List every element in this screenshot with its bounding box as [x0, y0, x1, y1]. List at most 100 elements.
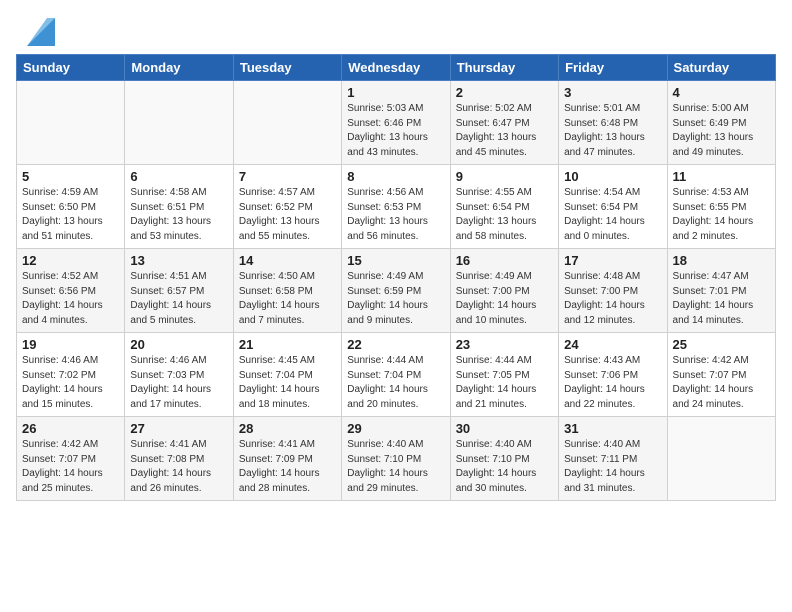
day-number: 25: [673, 337, 770, 352]
calendar-cell: 11 Sunrise: 4:53 AM Sunset: 6:55 PM Dayli…: [667, 165, 775, 249]
day-number: 24: [564, 337, 661, 352]
calendar-cell: 26Sunrise: 4:42 AM Sunset: 7:07 PM Dayli…: [17, 417, 125, 501]
day-number: 8: [347, 169, 444, 184]
day-number: 15: [347, 253, 444, 268]
day-number: 16: [456, 253, 553, 268]
calendar-cell: [125, 81, 233, 165]
logo: [24, 18, 55, 46]
day-info: Sunrise: 4:52 AM Sunset: 6:56 PM Dayligh…: [22, 270, 119, 328]
calendar-cell: 17Sunrise: 4:48 AM Sunset: 7:00 PM Dayli…: [559, 249, 667, 333]
calendar-cell: 1 Sunrise: 5:03 AM Sunset: 6:46 PM Daylig…: [342, 81, 450, 165]
calendar-cell: 2Sunrise: 5:02 AM Sunset: 6:47 PM Daylig…: [450, 81, 558, 165]
day-number: 3: [564, 85, 661, 100]
day-info: Sunrise: 4:46 AM Sunset: 7:03 PM Dayligh…: [130, 354, 227, 412]
day-number: 9: [456, 169, 553, 184]
calendar-cell: 25 Sunrise: 4:42 AM Sunset: 7:07 PM Dayli…: [667, 333, 775, 417]
calendar-cell: 30 Sunrise: 4:40 AM Sunset: 7:10 PM Dayli…: [450, 417, 558, 501]
day-number: 18: [673, 253, 770, 268]
day-number: 17: [564, 253, 661, 268]
header-day-wednesday: Wednesday: [342, 55, 450, 81]
calendar-cell: 6Sunrise: 4:58 AM Sunset: 6:51 PM Daylig…: [125, 165, 233, 249]
day-info: Sunrise: 4:50 AM Sunset: 6:58 PM Dayligh…: [239, 270, 336, 328]
calendar-cell: 28 Sunrise: 4:41 AM Sunset: 7:09 PM Dayli…: [233, 417, 341, 501]
calendar-cell: 9Sunrise: 4:55 AM Sunset: 6:54 PM Daylig…: [450, 165, 558, 249]
day-info: Sunrise: 4:45 AM Sunset: 7:04 PM Dayligh…: [239, 354, 336, 412]
day-info: Sunrise: 4:57 AM Sunset: 6:52 PM Dayligh…: [239, 186, 336, 244]
header-day-tuesday: Tuesday: [233, 55, 341, 81]
calendar-cell: 15 Sunrise: 4:49 AM Sunset: 6:59 PM Dayli…: [342, 249, 450, 333]
day-number: 6: [130, 169, 227, 184]
calendar-week-2: 5 Sunrise: 4:59 AM Sunset: 6:50 PM Daylig…: [17, 165, 776, 249]
day-info: Sunrise: 4:51 AM Sunset: 6:57 PM Dayligh…: [130, 270, 227, 328]
header-day-thursday: Thursday: [450, 55, 558, 81]
day-number: 14: [239, 253, 336, 268]
day-number: 5: [22, 169, 119, 184]
header-day-monday: Monday: [125, 55, 233, 81]
day-info: Sunrise: 4:44 AM Sunset: 7:04 PM Dayligh…: [347, 354, 444, 412]
day-info: Sunrise: 4:40 AM Sunset: 7:10 PM Dayligh…: [456, 438, 553, 496]
calendar-cell: 13 Sunrise: 4:51 AM Sunset: 6:57 PM Dayli…: [125, 249, 233, 333]
calendar-table: SundayMondayTuesdayWednesdayThursdayFrid…: [16, 54, 776, 501]
logo-icon: [27, 18, 55, 46]
calendar-week-3: 12 Sunrise: 4:52 AM Sunset: 6:56 PM Dayli…: [17, 249, 776, 333]
day-number: 10: [564, 169, 661, 184]
calendar-cell: 23Sunrise: 4:44 AM Sunset: 7:05 PM Dayli…: [450, 333, 558, 417]
calendar-cell: 24 Sunrise: 4:43 AM Sunset: 7:06 PM Dayli…: [559, 333, 667, 417]
day-info: Sunrise: 4:53 AM Sunset: 6:55 PM Dayligh…: [673, 186, 770, 244]
day-number: 28: [239, 421, 336, 436]
day-number: 1: [347, 85, 444, 100]
calendar-header: SundayMondayTuesdayWednesdayThursdayFrid…: [17, 55, 776, 81]
day-number: 30: [456, 421, 553, 436]
day-info: Sunrise: 5:01 AM Sunset: 6:48 PM Dayligh…: [564, 102, 661, 160]
calendar-cell: 27 Sunrise: 4:41 AM Sunset: 7:08 PM Dayli…: [125, 417, 233, 501]
day-number: 19: [22, 337, 119, 352]
calendar-week-1: 1 Sunrise: 5:03 AM Sunset: 6:46 PM Daylig…: [17, 81, 776, 165]
day-info: Sunrise: 4:43 AM Sunset: 7:06 PM Dayligh…: [564, 354, 661, 412]
page-header: [0, 0, 792, 54]
day-number: 20: [130, 337, 227, 352]
calendar-cell: 5 Sunrise: 4:59 AM Sunset: 6:50 PM Daylig…: [17, 165, 125, 249]
day-number: 22: [347, 337, 444, 352]
day-info: Sunrise: 4:44 AM Sunset: 7:05 PM Dayligh…: [456, 354, 553, 412]
calendar-cell: 22 Sunrise: 4:44 AM Sunset: 7:04 PM Dayli…: [342, 333, 450, 417]
calendar-cell: 12 Sunrise: 4:52 AM Sunset: 6:56 PM Dayli…: [17, 249, 125, 333]
day-info: Sunrise: 4:41 AM Sunset: 7:09 PM Dayligh…: [239, 438, 336, 496]
calendar-cell: 14 Sunrise: 4:50 AM Sunset: 6:58 PM Dayli…: [233, 249, 341, 333]
header-day-saturday: Saturday: [667, 55, 775, 81]
day-info: Sunrise: 4:49 AM Sunset: 6:59 PM Dayligh…: [347, 270, 444, 328]
calendar-cell: 21Sunrise: 4:45 AM Sunset: 7:04 PM Dayli…: [233, 333, 341, 417]
header-day-sunday: Sunday: [17, 55, 125, 81]
day-info: Sunrise: 4:46 AM Sunset: 7:02 PM Dayligh…: [22, 354, 119, 412]
day-number: 13: [130, 253, 227, 268]
header-row: SundayMondayTuesdayWednesdayThursdayFrid…: [17, 55, 776, 81]
calendar-cell: 10 Sunrise: 4:54 AM Sunset: 6:54 PM Dayli…: [559, 165, 667, 249]
calendar-cell: [233, 81, 341, 165]
day-number: 2: [456, 85, 553, 100]
calendar-cell: 19 Sunrise: 4:46 AM Sunset: 7:02 PM Dayli…: [17, 333, 125, 417]
day-number: 11: [673, 169, 770, 184]
day-info: Sunrise: 4:42 AM Sunset: 7:07 PM Dayligh…: [673, 354, 770, 412]
day-info: Sunrise: 4:56 AM Sunset: 6:53 PM Dayligh…: [347, 186, 444, 244]
calendar-cell: 18 Sunrise: 4:47 AM Sunset: 7:01 PM Dayli…: [667, 249, 775, 333]
day-number: 12: [22, 253, 119, 268]
day-number: 26: [22, 421, 119, 436]
day-number: 29: [347, 421, 444, 436]
day-number: 7: [239, 169, 336, 184]
calendar-cell: 16 Sunrise: 4:49 AM Sunset: 7:00 PM Dayli…: [450, 249, 558, 333]
day-info: Sunrise: 4:40 AM Sunset: 7:11 PM Dayligh…: [564, 438, 661, 496]
day-info: Sunrise: 5:00 AM Sunset: 6:49 PM Dayligh…: [673, 102, 770, 160]
day-info: Sunrise: 4:54 AM Sunset: 6:54 PM Dayligh…: [564, 186, 661, 244]
day-info: Sunrise: 4:41 AM Sunset: 7:08 PM Dayligh…: [130, 438, 227, 496]
calendar-week-5: 26Sunrise: 4:42 AM Sunset: 7:07 PM Dayli…: [17, 417, 776, 501]
calendar-body: 1 Sunrise: 5:03 AM Sunset: 6:46 PM Daylig…: [17, 81, 776, 501]
day-info: Sunrise: 5:03 AM Sunset: 6:46 PM Dayligh…: [347, 102, 444, 160]
day-info: Sunrise: 4:47 AM Sunset: 7:01 PM Dayligh…: [673, 270, 770, 328]
day-info: Sunrise: 4:59 AM Sunset: 6:50 PM Dayligh…: [22, 186, 119, 244]
day-number: 27: [130, 421, 227, 436]
day-info: Sunrise: 4:49 AM Sunset: 7:00 PM Dayligh…: [456, 270, 553, 328]
day-number: 4: [673, 85, 770, 100]
calendar-cell: [667, 417, 775, 501]
calendar-week-4: 19 Sunrise: 4:46 AM Sunset: 7:02 PM Dayli…: [17, 333, 776, 417]
calendar-cell: 7 Sunrise: 4:57 AM Sunset: 6:52 PM Daylig…: [233, 165, 341, 249]
calendar-cell: 8 Sunrise: 4:56 AM Sunset: 6:53 PM Daylig…: [342, 165, 450, 249]
